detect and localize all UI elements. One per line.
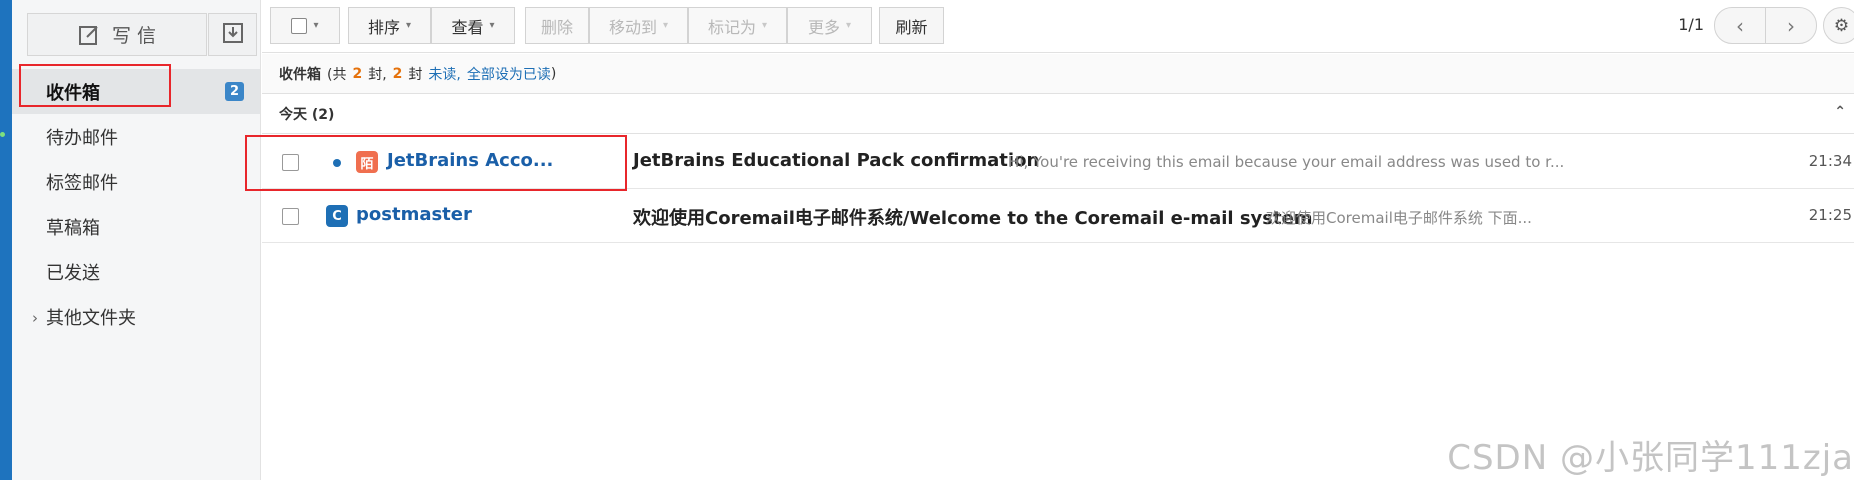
folder-label: 待办邮件 <box>46 127 118 149</box>
more-button[interactable]: 更多 ▾ <box>787 7 872 44</box>
folder-inbox[interactable]: 收件箱 2 <box>12 69 260 114</box>
chevron-down-icon: ▾ <box>405 20 412 31</box>
mail-time: 21:25 <box>1808 206 1852 224</box>
folder-label: 已发送 <box>46 262 100 284</box>
mail-checkbox[interactable] <box>282 208 299 225</box>
unread-badge: 2 <box>225 82 244 101</box>
chevron-down-icon: ▾ <box>489 20 495 31</box>
folder-label: 草稿箱 <box>46 217 100 239</box>
chevron-right-icon[interactable]: › <box>32 309 38 327</box>
mail-sender: postmaster <box>356 204 472 225</box>
toolbar: ▾ 排序 ▾ 查看 ▾ 删除 移动到 ▾ 标记为 ▾ 更多 ▾ 刷新 1/1 ‹ › ⚙ <box>262 0 1854 53</box>
view-label: 查看 <box>451 17 484 37</box>
group-label: 今天 (2) <box>279 106 335 123</box>
inbox-download-icon <box>222 22 244 48</box>
chevron-left-icon: ‹ <box>1736 13 1744 38</box>
mail-row[interactable]: C postmaster 欢迎使用Coremail电子邮件系统/Welcome … <box>262 189 1854 243</box>
chevron-down-icon: ▾ <box>761 20 768 31</box>
folder-label: 收件箱 <box>46 82 100 104</box>
summary-text: (共 <box>327 66 347 83</box>
double-chevron-up-icon[interactable]: ⌃ <box>1834 104 1846 120</box>
chevron-right-icon: › <box>1787 13 1795 38</box>
mail-preview: Hi, You're receiving this email because … <box>1008 153 1565 171</box>
chevron-down-icon: ▾ <box>313 20 319 31</box>
mark-as-button[interactable]: 标记为 ▾ <box>688 7 787 44</box>
folder-todo[interactable]: 待办邮件 <box>12 114 260 159</box>
folder-other[interactable]: › 其他文件夹 <box>12 294 260 339</box>
mail-time: 21:34 <box>1808 152 1852 170</box>
mail-subject: 欢迎使用Coremail电子邮件系统/Welcome to the Corema… <box>633 208 1313 229</box>
sort-button[interactable]: 排序 ▾ <box>348 7 431 44</box>
move-to-button[interactable]: 移动到 ▾ <box>589 7 688 44</box>
folder-summary: 收件箱 (共 2 封, 2 封 未读, 全部设为已读 ) <box>262 54 1854 94</box>
sender-avatar: C <box>326 205 348 227</box>
mail-row[interactable]: 陌 JetBrains Acco... JetBrains Educationa… <box>262 135 1854 189</box>
compose-label: 写 信 <box>111 25 157 47</box>
gear-icon: ⚙ <box>1833 15 1850 36</box>
app-nav-strip <box>0 0 12 480</box>
select-all-dropdown[interactable]: ▾ <box>270 7 340 44</box>
delete-label: 删除 <box>540 17 573 37</box>
compose-icon <box>78 24 100 46</box>
summary-text: 封 <box>408 66 423 83</box>
mail-subject: JetBrains Educational Pack confirmation <box>633 150 1040 171</box>
mark-all-read-link[interactable]: 全部设为已读 <box>467 64 551 84</box>
refresh-label: 刷新 <box>895 17 928 37</box>
summary-text: ) <box>550 65 557 82</box>
next-page-button[interactable]: › <box>1766 8 1816 43</box>
compose-button[interactable]: 写 信 <box>27 13 207 56</box>
receive-mail-button[interactable] <box>208 13 257 56</box>
total-count: 2 <box>352 65 363 82</box>
page-indicator: 1/1 <box>1678 15 1704 34</box>
folder-sent[interactable]: 已发送 <box>12 249 260 294</box>
mail-preview: 欢迎使用Coremail电子邮件系统 下面... <box>1266 209 1532 227</box>
folder-tagged[interactable]: 标签邮件 <box>12 159 260 204</box>
mail-sender: JetBrains Acco... <box>387 150 554 171</box>
settings-button[interactable]: ⚙ <box>1823 7 1854 44</box>
select-all-checkbox[interactable] <box>291 17 308 34</box>
chevron-down-icon: ▾ <box>845 20 852 31</box>
delete-button[interactable]: 删除 <box>525 7 589 44</box>
sender-avatar: 陌 <box>356 151 378 173</box>
folder-label: 其他文件夹 <box>46 307 136 329</box>
date-group-header[interactable]: 今天 (2) ⌃ <box>262 94 1854 134</box>
unread-count: 2 <box>392 65 403 82</box>
sidebar: 写 信 收件箱 2 待办邮件 标签邮件 草稿箱 已发送 › 其他文件夹 <box>12 0 261 480</box>
status-dot <box>0 132 5 137</box>
refresh-button[interactable]: 刷新 <box>879 7 944 44</box>
watermark: CSDN @小张同学111zja <box>1447 438 1854 478</box>
mail-checkbox[interactable] <box>282 154 299 171</box>
chevron-down-icon: ▾ <box>662 20 669 31</box>
move-label: 移动到 <box>608 17 657 37</box>
more-label: 更多 <box>807 17 840 37</box>
folder-drafts[interactable]: 草稿箱 <box>12 204 260 249</box>
view-button[interactable]: 查看 ▾ <box>431 7 515 44</box>
sort-label: 排序 <box>367 17 400 37</box>
unread-filter-link[interactable]: 未读, <box>428 64 460 84</box>
unread-dot <box>333 159 341 167</box>
prev-page-button[interactable]: ‹ <box>1715 8 1766 43</box>
folder-name: 收件箱 <box>279 66 321 83</box>
summary-text: 封, <box>368 66 387 83</box>
folder-label: 标签邮件 <box>46 172 118 194</box>
pager: ‹ › <box>1714 7 1817 44</box>
mark-label: 标记为 <box>707 17 756 37</box>
